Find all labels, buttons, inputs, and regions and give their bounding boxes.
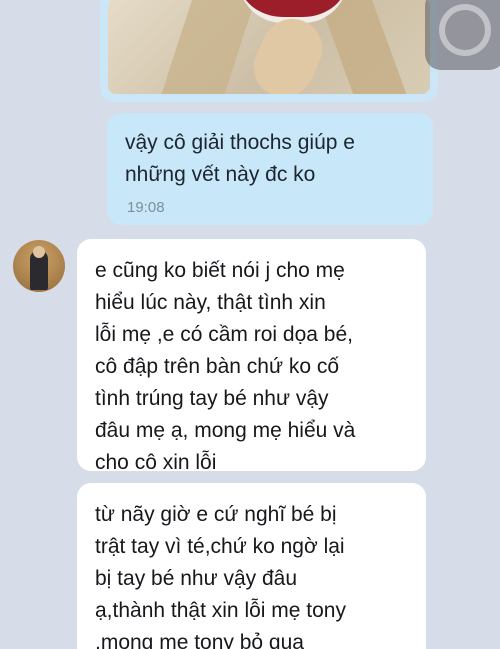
message-timestamp: 19:08: [127, 199, 165, 216]
assistive-touch-icon[interactable]: [425, 0, 500, 70]
avatar[interactable]: [13, 240, 65, 292]
assistive-touch-ring: [439, 4, 491, 56]
sent-photo[interactable]: [108, 0, 430, 94]
sent-photo-message[interactable]: [100, 0, 438, 102]
avatar-head: [33, 246, 45, 258]
photo-arm: [243, 9, 333, 94]
incoming-message[interactable]: e cũng ko biết nói j cho mẹ hiểu lúc này…: [77, 239, 426, 474]
outgoing-message[interactable]: vậy cô giải thochs giúp e những vết này …: [107, 113, 433, 225]
incoming-message[interactable]: từ nãy giờ e cứ nghĩ bé bị trật tay vì t…: [77, 483, 426, 649]
outgoing-message-text: vậy cô giải thochs giúp e những vết này …: [125, 131, 355, 186]
chat-thread: vậy cô giải thochs giúp e những vết này …: [0, 0, 500, 649]
photo-shadow-left: [160, 0, 256, 94]
